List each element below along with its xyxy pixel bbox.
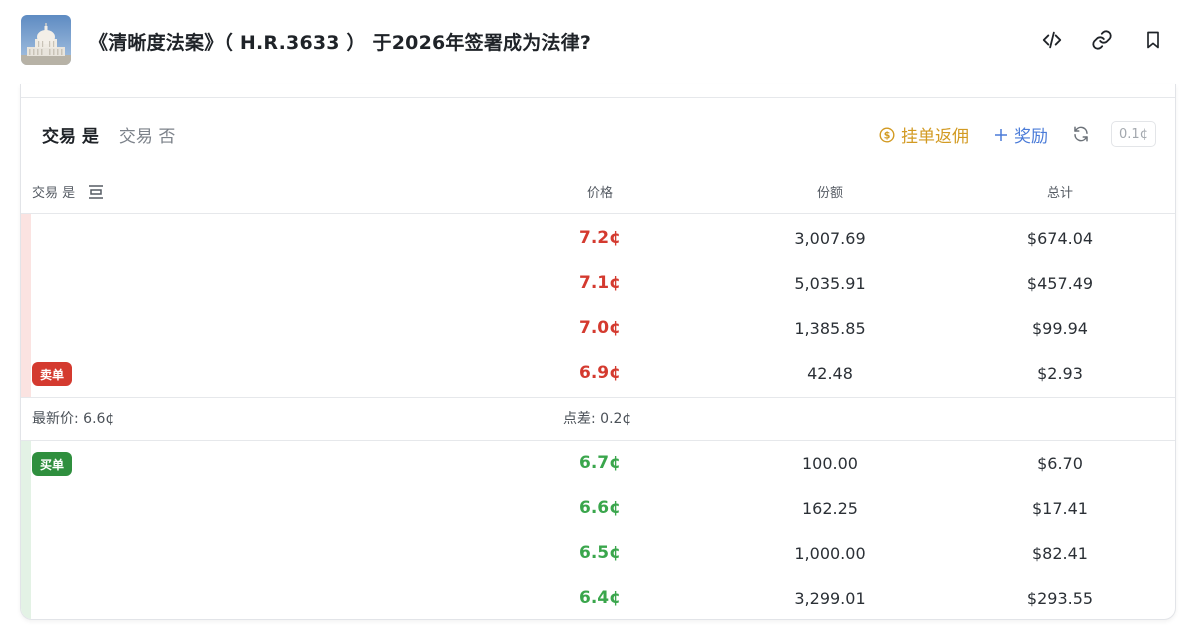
ask-shares: 42.48 — [807, 364, 853, 383]
ask-price: 7.2¢ — [579, 228, 621, 248]
bid-price: 6.4¢ — [579, 588, 621, 608]
svg-text:$: $ — [884, 130, 891, 141]
dollar-circle-icon: $ — [879, 126, 895, 143]
ask-price: 7.1¢ — [579, 273, 621, 293]
link-icon[interactable] — [1088, 26, 1116, 54]
card-top-divider — [21, 84, 1175, 98]
side-column-header: 交易 是 — [32, 182, 105, 201]
orderbook-view-icon[interactable] — [87, 184, 105, 200]
ask-total: $2.93 — [1037, 364, 1083, 383]
order-book-card: 交易 是 交易 否 $ 挂单返佣 奖励 0.1¢ 交易 是 价格 份额 总计 7… — [20, 84, 1176, 620]
ask-price: 6.9¢ — [579, 363, 621, 383]
maker-rebate-label: 挂单返佣 — [901, 127, 969, 147]
ask-row[interactable]: 卖单 6.9¢ 42.48 $2.93 — [21, 351, 1175, 396]
code-icon[interactable] — [1038, 26, 1066, 54]
market-thumbnail — [21, 15, 71, 65]
bid-price: 6.5¢ — [579, 543, 621, 563]
header-divider — [21, 213, 1175, 214]
ask-price: 7.0¢ — [579, 318, 621, 338]
price-column-header: 价格 — [586, 186, 613, 201]
bid-shares: 162.25 — [802, 499, 858, 518]
ask-total: $99.94 — [1032, 319, 1088, 338]
ask-row[interactable]: 7.1¢ 5,035.91 $457.49 — [21, 261, 1175, 306]
bid-row[interactable]: 买单 6.7¢ 100.00 $6.70 — [21, 441, 1175, 486]
bid-price: 6.7¢ — [579, 453, 621, 473]
ask-shares: 1,385.85 — [794, 319, 866, 338]
reward-button[interactable]: 奖励 — [994, 122, 1048, 147]
tick-size-select[interactable]: 0.1¢ — [1111, 121, 1156, 147]
bid-shares: 1,000.00 — [794, 544, 866, 563]
market-title: 《清晰度法案》（ H.R.3633 ） 于2026年签署成为法律? — [89, 32, 592, 54]
tab-trade-no[interactable]: 交易 否 — [119, 122, 175, 148]
refresh-icon[interactable] — [1068, 120, 1094, 148]
spread-value: 点差: 0.2¢ — [563, 411, 632, 427]
bid-shares: 3,299.01 — [794, 589, 866, 608]
bookmark-icon[interactable] — [1139, 26, 1167, 54]
total-column-header: 总计 — [1046, 186, 1073, 201]
ask-total: $457.49 — [1026, 274, 1094, 293]
last-price: 最新价: 6.6¢ — [32, 411, 115, 427]
ask-shares: 3,007.69 — [794, 229, 866, 248]
bid-row[interactable]: 6.6¢ 162.25 $17.41 — [21, 486, 1175, 531]
spread-row: 最新价: 6.6¢ 点差: 0.2¢ — [21, 397, 1175, 441]
maker-rebate-button[interactable]: $ 挂单返佣 — [879, 122, 969, 147]
side-column-label: 交易 是 — [32, 186, 76, 201]
bids-badge: 买单 — [32, 452, 72, 476]
bid-price: 6.6¢ — [579, 498, 621, 518]
market-header: 《清晰度法案》（ H.R.3633 ） 于2026年签署成为法律? — [0, 0, 1199, 84]
bid-row[interactable]: 6.5¢ 1,000.00 $82.41 — [21, 531, 1175, 576]
plus-icon — [995, 128, 1007, 141]
bid-total: $6.70 — [1037, 454, 1083, 473]
bid-total: $293.55 — [1026, 589, 1094, 608]
ask-total: $674.04 — [1026, 229, 1094, 248]
ask-row[interactable]: 7.2¢ 3,007.69 $674.04 — [21, 216, 1175, 261]
bid-total: $82.41 — [1032, 544, 1088, 563]
bid-shares: 100.00 — [802, 454, 858, 473]
tab-trade-yes[interactable]: 交易 是 — [42, 122, 99, 148]
asks-badge: 卖单 — [32, 362, 72, 386]
outcome-tabs: 交易 是 交易 否 — [42, 122, 175, 148]
ask-row[interactable]: 7.0¢ 1,385.85 $99.94 — [21, 306, 1175, 351]
ask-shares: 5,035.91 — [794, 274, 866, 293]
bid-total: $17.41 — [1032, 499, 1088, 518]
reward-label: 奖励 — [1014, 127, 1048, 147]
bid-row[interactable]: 6.4¢ 3,299.01 $293.55 — [21, 576, 1175, 619]
shares-column-header: 份额 — [816, 186, 843, 201]
